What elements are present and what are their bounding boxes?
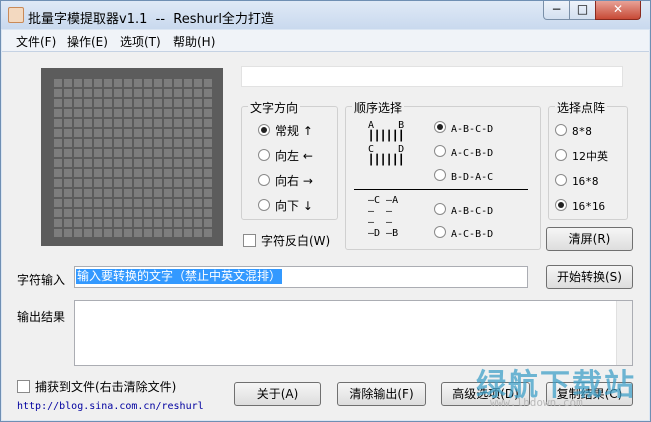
direction-down-label: 向下 ↓ — [275, 199, 313, 213]
title-bar[interactable]: 批量字模提取器v1.1 -- Reshurl全力打造 − □ ✕ — [1, 1, 650, 29]
direction-left-radio[interactable]: 向左 ← — [258, 149, 313, 163]
input-label: 字符输入 — [17, 273, 66, 287]
menu-help[interactable]: 帮助(H) — [173, 33, 215, 50]
app-icon — [8, 7, 24, 23]
order-acbd-2-label: A-C-B-D — [451, 229, 494, 240]
menu-bar: 文件(F) 操作(E) 选项(T) 帮助(H) — [2, 30, 649, 52]
clear-output-button[interactable]: 清除输出(F) — [337, 382, 426, 406]
maximize-button[interactable]: □ — [569, 1, 596, 20]
menu-file[interactable]: 文件(F) — [16, 33, 56, 50]
radio-indicator — [555, 149, 567, 161]
dotmatrix-16x16-radio[interactable]: 16*16 — [555, 199, 605, 213]
menu-operate[interactable]: 操作(E) — [67, 33, 108, 50]
order-diagram-top-4: ┃┃┃┃┃┃ — [368, 155, 405, 166]
output-scrollbar[interactable] — [616, 301, 632, 365]
radio-indicator — [434, 169, 446, 181]
direction-group-title: 文字方向 — [248, 99, 301, 116]
char-input-field[interactable]: 输入要转换的文字（禁止中英文混排） — [74, 266, 528, 288]
clear-screen-button[interactable]: 清屏(R) — [546, 227, 633, 251]
order-abcd-2-label: A-B-C-D — [451, 206, 494, 217]
direction-normal-radio[interactable]: 常规 ↑ — [258, 124, 313, 138]
order-group-title: 顺序选择 — [352, 99, 405, 116]
radio-indicator — [258, 149, 270, 161]
checkbox-box — [243, 234, 256, 247]
order-divider — [354, 189, 528, 190]
order-diagram-bottom-2: — — — [368, 206, 393, 217]
order-bdac-radio[interactable]: B-D-A-C — [434, 169, 493, 183]
output-textarea[interactable] — [74, 300, 633, 366]
close-button[interactable]: ✕ — [595, 1, 641, 20]
about-button[interactable]: 关于(A) — [234, 382, 321, 406]
dot-matrix-grid[interactable] — [41, 68, 223, 246]
order-abcd-label: A-B-C-D — [451, 124, 494, 135]
dotmatrix-16x8-label: 16*8 — [572, 175, 599, 188]
order-diagram-top-1: A B — [368, 120, 405, 131]
order-acbd-radio[interactable]: A-C-B-D — [434, 145, 493, 159]
radio-indicator — [434, 121, 446, 133]
order-abcd-radio[interactable]: A-B-C-D — [434, 121, 493, 135]
order-bdac-label: B-D-A-C — [451, 172, 494, 183]
radio-indicator — [258, 199, 270, 211]
radio-indicator — [258, 124, 270, 136]
direction-normal-label: 常规 ↑ — [275, 124, 313, 138]
radio-indicator — [555, 199, 567, 211]
dotmatrix-16x16-label: 16*16 — [572, 200, 606, 213]
order-acbd-label: A-C-B-D — [451, 148, 494, 159]
radio-indicator — [434, 226, 446, 238]
order-diagram-bottom-4: —D —B — [368, 228, 399, 239]
order-group: 顺序选择 A B ┃┃┃┃┃┃ C D ┃┃┃┃┃┃ A-B-C-D A-C-B… — [345, 99, 541, 250]
dotmatrix-12-label: 12中英 — [572, 150, 608, 163]
menu-options[interactable]: 选项(T) — [120, 33, 161, 50]
watermark-url: www.lhdown.com — [490, 396, 583, 409]
radio-indicator — [258, 174, 270, 186]
direction-right-radio[interactable]: 向右 → — [258, 174, 313, 188]
invert-checkbox[interactable]: 字符反白(W) — [243, 232, 330, 249]
direction-right-label: 向右 → — [275, 174, 313, 188]
convert-button[interactable]: 开始转换(S) — [546, 265, 633, 289]
checkbox-box — [17, 380, 30, 393]
radio-indicator — [555, 124, 567, 136]
radio-indicator — [434, 203, 446, 215]
radio-indicator — [555, 174, 567, 186]
window-title: 批量字模提取器v1.1 -- Reshurl全力打造 — [28, 12, 274, 27]
radio-indicator — [434, 145, 446, 157]
capture-file-label: 捕获到文件(右击清除文件) — [35, 380, 177, 394]
output-label: 输出结果 — [17, 310, 66, 324]
minimize-button[interactable]: − — [543, 1, 570, 20]
invert-label: 字符反白(W) — [261, 234, 331, 248]
direction-group: 文字方向 常规 ↑ 向左 ← 向右 → 向下 ↓ — [241, 99, 338, 220]
blog-link[interactable]: http://blog.sina.com.cn/reshurl — [17, 401, 204, 412]
order-abcd-2-radio[interactable]: A-B-C-D — [434, 203, 493, 217]
dotmatrix-12-radio[interactable]: 12中英 — [555, 149, 608, 164]
dotmatrix-16x8-radio[interactable]: 16*8 — [555, 174, 599, 188]
order-acbd-2-radio[interactable]: A-C-B-D — [434, 226, 493, 240]
direction-left-label: 向左 ← — [275, 149, 313, 163]
client-area: 文字方向 常规 ↑ 向左 ← 向右 → 向下 ↓ 顺序选择 A B ┃┃┃┃┃┃… — [2, 52, 649, 420]
order-diagram-bottom-1: —C —A — [368, 195, 399, 206]
dotmatrix-8x8-label: 8*8 — [572, 125, 592, 138]
capture-file-checkbox[interactable]: 捕获到文件(右击清除文件) — [17, 378, 176, 395]
order-diagram-bottom-3: — — — [368, 217, 393, 228]
dotmatrix-8x8-radio[interactable]: 8*8 — [555, 124, 592, 138]
char-input-value: 输入要转换的文字（禁止中英文混排） — [76, 269, 283, 284]
direction-down-radio[interactable]: 向下 ↓ — [258, 199, 313, 213]
dotmatrix-group-title: 选择点阵 — [555, 99, 608, 116]
preview-strip — [241, 66, 623, 87]
order-diagram-top-3: C D — [368, 144, 405, 155]
app-window: 批量字模提取器v1.1 -- Reshurl全力打造 − □ ✕ 文件(F) 操… — [0, 0, 651, 422]
order-diagram-top-2: ┃┃┃┃┃┃ — [368, 131, 405, 142]
dotmatrix-group: 选择点阵 8*8 12中英 16*8 16*16 — [548, 99, 628, 220]
